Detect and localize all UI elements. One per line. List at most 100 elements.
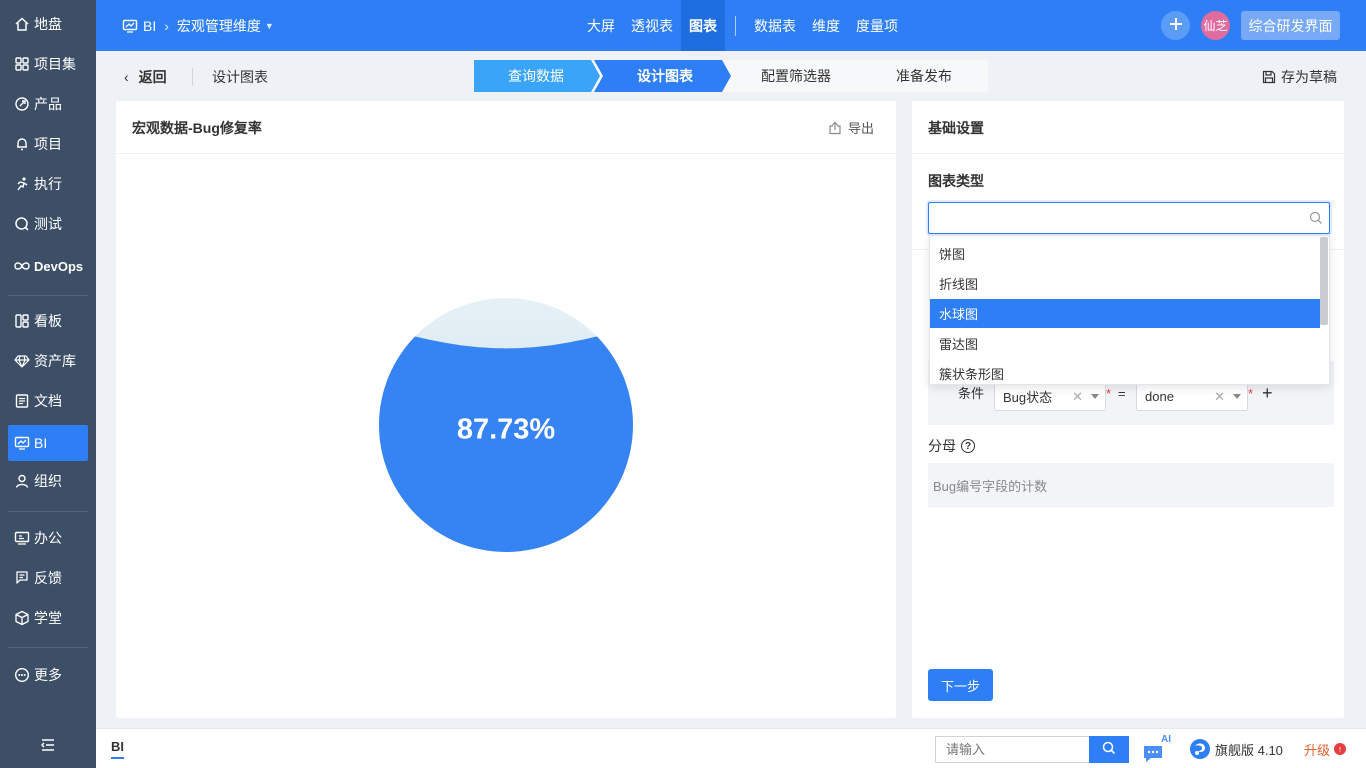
tab-pivot[interactable]: 透视表 <box>623 0 681 51</box>
settings-panel: 基础设置 图表类型 条件 Bug状态 ✕ * = done ✕ * + 分母 ?… <box>912 101 1344 718</box>
zentao-logo-icon <box>1189 738 1211 760</box>
sidebar-item-more[interactable]: 更多 <box>8 657 88 693</box>
chart-type-option-line[interactable]: 折线图 <box>930 269 1320 298</box>
home-icon <box>13 15 31 33</box>
doc-icon <box>13 392 31 410</box>
create-button[interactable] <box>1161 11 1190 40</box>
tab-metrics[interactable]: 度量项 <box>848 0 906 51</box>
footer-search-button[interactable] <box>1089 736 1129 763</box>
sidebar-item-project[interactable]: 项目 <box>8 126 88 162</box>
toolbar-divider <box>192 68 193 86</box>
add-condition-button[interactable]: + <box>1262 383 1273 404</box>
sidebar-item-label: 项目集 <box>34 56 76 72</box>
sidebar-item-home[interactable]: 地盘 <box>8 6 88 42</box>
product-icon <box>13 95 31 113</box>
ai-badge: AI <box>1161 734 1171 745</box>
sidebar-item-execution[interactable]: 执行 <box>8 166 88 202</box>
sidebar-item-office[interactable]: 办公 <box>8 520 88 556</box>
tab-dimension[interactable]: 维度 <box>804 0 848 51</box>
chevron-down-icon[interactable]: ▼ <box>265 21 274 31</box>
sidebar-item-docs[interactable]: 文档 <box>8 383 88 419</box>
sidebar-item-program[interactable]: 项目集 <box>8 46 88 82</box>
edition-label: 旗舰版 4.10 <box>1215 742 1283 758</box>
liquid-chart-value-label: 87.73% <box>457 414 556 446</box>
denominator-label-text: 分母 <box>928 438 956 454</box>
condition-value-select[interactable]: done ✕ <box>1136 381 1248 411</box>
monitor-icon <box>122 18 138 34</box>
sidebar-item-bi[interactable]: BI <box>8 425 88 461</box>
step-publish[interactable]: 准备发布 <box>860 60 988 92</box>
sidebar-item-academy[interactable]: 学堂 <box>8 600 88 636</box>
chevron-right-icon: › <box>164 17 169 34</box>
condition-field-value: Bug状态 <box>1003 389 1053 405</box>
upgrade-link[interactable]: 升级 ↑ <box>1304 737 1347 761</box>
sidebar-item-label: 测试 <box>34 216 62 232</box>
chart-panel: 宏观数据-Bug修复率 导出 87.73% <box>116 101 896 718</box>
chevron-down-icon <box>1091 394 1099 399</box>
clear-icon[interactable]: ✕ <box>1072 389 1083 405</box>
sidebar-item-kanban[interactable]: 看板 <box>8 303 88 339</box>
arrow-up-icon: ↑ <box>1334 743 1347 755</box>
chart-panel-header: 宏观数据-Bug修复率 导出 <box>116 101 896 154</box>
chart-type-option-liquid[interactable]: 水球图 <box>930 299 1320 328</box>
step-query-data[interactable]: 查询数据 <box>474 60 598 92</box>
chart-type-option-clustered-bar[interactable]: 簇状条形图 <box>930 359 1320 384</box>
help-icon[interactable]: ? <box>961 439 975 453</box>
chart-type-select[interactable] <box>928 202 1330 234</box>
condition-field-select[interactable]: Bug状态 ✕ <box>994 381 1106 411</box>
step-design-chart[interactable]: 设计图表 <box>602 60 728 92</box>
sidebar-item-asset-library[interactable]: 资产库 <box>8 343 88 379</box>
sidebar-item-feedback[interactable]: 反馈 <box>8 560 88 596</box>
more-icon <box>13 666 31 684</box>
sidebar-item-label: 办公 <box>34 530 62 546</box>
sidebar-item-organization[interactable]: 组织 <box>8 463 88 499</box>
chart-title: 宏观数据-Bug修复率 <box>132 119 262 136</box>
avatar[interactable]: 仙芝 <box>1201 11 1230 40</box>
dropdown-scrollbar[interactable] <box>1320 237 1328 325</box>
chevron-left-icon: ‹ <box>124 69 129 85</box>
sidebar-item-label: 反馈 <box>34 570 62 586</box>
export-button[interactable]: 导出 <box>828 101 874 154</box>
sidebar-item-label: 项目 <box>34 136 62 152</box>
back-button[interactable]: ‹ 返回 <box>124 62 167 92</box>
breadcrumb-module[interactable]: BI <box>143 18 156 34</box>
chart-type-option-radar[interactable]: 雷达图 <box>930 329 1320 358</box>
footer-tab-bi[interactable]: BI <box>111 739 124 759</box>
export-icon <box>828 121 842 135</box>
collapse-sidebar-button[interactable] <box>38 736 58 756</box>
sidebar-divider <box>8 295 88 296</box>
required-marker: * <box>1248 386 1254 401</box>
top-header: BI › 宏观管理维度 ▼ 大屏 透视表 图表 数据表 维度 度量项 仙芝 综合… <box>96 0 1366 51</box>
feedback-icon <box>13 569 31 587</box>
cube-icon <box>13 609 31 627</box>
chart-type-search-input[interactable] <box>929 203 1299 233</box>
tab-screen[interactable]: 大屏 <box>579 0 623 51</box>
sidebar-item-devops[interactable]: DevOps <box>8 248 88 284</box>
sidebar-divider <box>8 647 88 648</box>
tab-divider <box>735 15 736 36</box>
bell-icon <box>13 135 31 153</box>
sidebar-item-label: 资产库 <box>34 353 76 369</box>
next-step-button[interactable]: 下一步 <box>928 669 993 701</box>
upgrade-label: 升级 <box>1304 742 1331 758</box>
footer-search-input[interactable] <box>935 736 1089 763</box>
footer: BI AI 旗舰版 4.10 升级 ↑ <box>96 728 1366 768</box>
liquid-fill-chart: 87.73% <box>379 298 633 552</box>
step-configure-filters[interactable]: 配置筛选器 <box>732 60 860 92</box>
sidebar-item-test[interactable]: 测试 <box>8 206 88 242</box>
dimension-selector[interactable]: 宏观管理维度 <box>177 16 261 36</box>
ai-assistant-button[interactable]: AI <box>1141 734 1173 763</box>
save-draft-button[interactable]: 存为草稿 <box>1262 62 1337 92</box>
menu-collapse-icon <box>40 738 56 755</box>
tab-chart[interactable]: 图表 <box>681 0 725 51</box>
condition-operator: = <box>1118 386 1126 401</box>
sidebar-item-label: BI <box>34 435 48 451</box>
tab-datatable[interactable]: 数据表 <box>746 0 804 51</box>
clear-icon[interactable]: ✕ <box>1214 389 1225 405</box>
sidebar-item-product[interactable]: 产品 <box>8 86 88 122</box>
sidebar-item-label: 产品 <box>34 96 62 112</box>
run-icon <box>13 175 31 193</box>
search-icon <box>1309 211 1323 225</box>
chart-type-option-pie[interactable]: 饼图 <box>930 239 1320 268</box>
workspace-switch-button[interactable]: 综合研发界面 <box>1241 11 1340 40</box>
